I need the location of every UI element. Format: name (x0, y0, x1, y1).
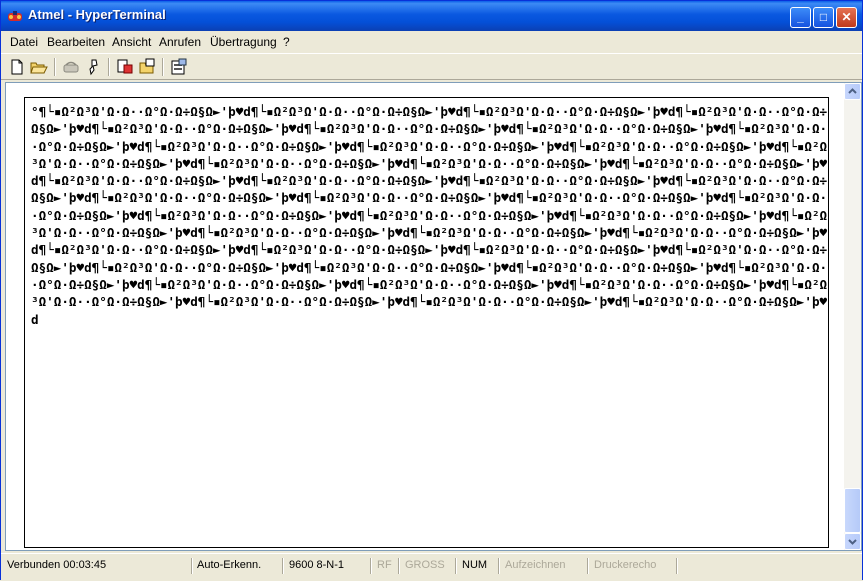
toolbar-separator (162, 58, 164, 76)
maximize-icon: □ (819, 10, 828, 24)
status-divider (398, 558, 400, 574)
status-divider (370, 558, 372, 574)
toolbar-separator (108, 58, 110, 76)
title-bar[interactable]: Atmel - HyperTerminal _ □ ✕ (1, 1, 862, 31)
properties-icon[interactable] (169, 57, 189, 77)
send-icon[interactable] (115, 57, 135, 77)
menu-datei[interactable]: Datei (10, 35, 38, 49)
status-bar: Verbunden 00:03:45 Auto-Erkenn. 9600 8-N… (1, 553, 862, 581)
status-divider (498, 558, 500, 574)
hyperterminal-app-icon[interactable] (7, 9, 23, 23)
status-divider (455, 558, 457, 574)
disconnect-icon[interactable] (84, 57, 104, 77)
minimize-button[interactable]: _ (790, 7, 811, 28)
status-divider (587, 558, 589, 574)
scroll-thumb[interactable] (844, 488, 861, 533)
menu-ansicht[interactable]: Ansicht (112, 35, 151, 49)
scroll-up-button[interactable] (844, 83, 861, 100)
scroll-down-button[interactable] (844, 533, 861, 550)
close-button[interactable]: ✕ (836, 7, 857, 28)
status-capture: Aufzeichnen (505, 559, 566, 571)
status-detect: Auto-Erkenn. (197, 559, 262, 571)
chevron-down-icon (848, 539, 857, 545)
menu-help[interactable]: ? (283, 35, 290, 49)
status-divider (676, 558, 678, 574)
maximize-button[interactable]: □ (813, 7, 834, 28)
menu-uebertragung[interactable]: Übertragung (210, 35, 277, 49)
status-divider (191, 558, 193, 574)
close-icon: ✕ (841, 10, 852, 24)
menu-bar: Datei Bearbeiten Ansicht Anrufen Übertra… (1, 31, 862, 53)
chevron-up-icon (848, 88, 857, 94)
terminal-output: °¶└▪Ω²Ω³Ω'Ω·Ω··Ω°Ω·Ω÷Ω§Ω►'þ♥d¶└▪Ω²Ω³Ω'Ω·… (31, 104, 828, 327)
menu-bearbeiten[interactable]: Bearbeiten (47, 35, 105, 49)
hyperterminal-window: Atmel - HyperTerminal _ □ ✕ Datei Bearbe… (0, 0, 863, 581)
open-icon[interactable] (29, 57, 49, 77)
status-print: Druckerecho (594, 559, 657, 571)
window-title: Atmel - HyperTerminal (28, 7, 166, 22)
toolbar-separator (54, 58, 56, 76)
menu-anrufen[interactable]: Anrufen (159, 35, 201, 49)
status-caps: GROSS (405, 559, 445, 571)
status-settings: 9600 8-N-1 (289, 559, 345, 571)
status-divider (282, 558, 284, 574)
toolbar (1, 53, 862, 80)
status-connection: Verbunden 00:03:45 (7, 559, 107, 571)
status-rf: RF (377, 559, 392, 571)
new-icon[interactable] (7, 57, 27, 77)
terminal-area[interactable]: °¶└▪Ω²Ω³Ω'Ω·Ω··Ω°Ω·Ω÷Ω§Ω►'þ♥d¶└▪Ω²Ω³Ω'Ω·… (5, 82, 862, 551)
receive-icon[interactable] (138, 57, 158, 77)
connect-icon[interactable] (61, 57, 81, 77)
terminal-screen[interactable]: °¶└▪Ω²Ω³Ω'Ω·Ω··Ω°Ω·Ω÷Ω§Ω►'þ♥d¶└▪Ω²Ω³Ω'Ω·… (24, 97, 829, 548)
vertical-scrollbar[interactable] (844, 83, 861, 550)
minimize-icon: _ (797, 10, 804, 24)
status-num: NUM (462, 559, 488, 571)
